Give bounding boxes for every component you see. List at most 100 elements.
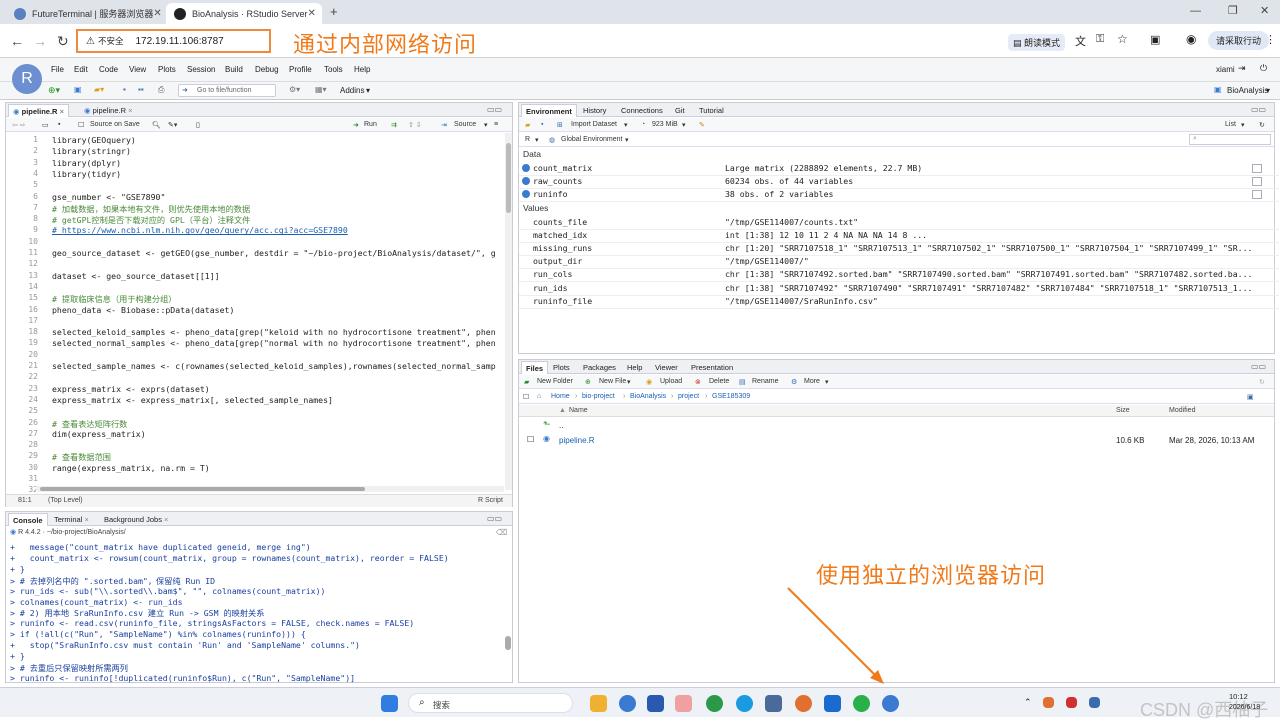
translate-icon[interactable]: ⽂ bbox=[1075, 33, 1086, 49]
search-icon[interactable]: 🔍︎ bbox=[152, 121, 161, 129]
tab-history[interactable]: History bbox=[579, 104, 610, 117]
editor-scrollbar-v[interactable] bbox=[505, 133, 512, 490]
col-name[interactable]: Name bbox=[569, 407, 588, 414]
new-tab-button[interactable]: + bbox=[330, 4, 338, 19]
browser-tab-rstudio[interactable]: BioAnalysis · RStudio Server ✕ bbox=[166, 3, 322, 24]
minimize-icon[interactable]: — bbox=[1190, 5, 1201, 17]
addins-menu[interactable]: Addins bbox=[340, 86, 364, 95]
console-scrollbar[interactable] bbox=[505, 636, 511, 650]
list-item-up[interactable]: ⬑ .. bbox=[519, 418, 1274, 432]
tab-terminal[interactable]: Terminal × bbox=[50, 513, 93, 526]
star-icon[interactable]: ☆ bbox=[1117, 32, 1128, 46]
show-in-window-icon[interactable]: ▭ bbox=[42, 121, 49, 129]
power-icon[interactable]: ⏻ bbox=[1260, 63, 1267, 74]
env-row[interactable]: raw_counts 60234 obs. of 44 variables bbox=[519, 176, 1279, 190]
firefox-icon[interactable] bbox=[795, 695, 812, 712]
app-icon[interactable] bbox=[647, 695, 664, 712]
save-workspace-icon[interactable]: ▪ bbox=[541, 121, 543, 128]
tray-icon[interactable] bbox=[1066, 697, 1077, 708]
close-icon[interactable]: × bbox=[84, 515, 88, 524]
menu-session[interactable]: Session bbox=[187, 65, 215, 74]
sidebar-icon[interactable]: ▣ bbox=[1150, 33, 1160, 46]
row-checkbox[interactable]: ☐ bbox=[527, 435, 534, 444]
env-row[interactable]: run_ids chr [1:38] "SRR7107492" "SRR71074… bbox=[519, 283, 1279, 296]
explorer-icon[interactable] bbox=[590, 695, 607, 712]
console-output[interactable]: + message("count_matrix have duplicated … bbox=[6, 540, 506, 683]
tab-help[interactable]: Help bbox=[623, 361, 646, 374]
goto-file-input[interactable]: ➜ Go to file/function bbox=[178, 84, 276, 97]
menu-code[interactable]: Code bbox=[99, 65, 118, 74]
open-icon[interactable]: ▰▾ bbox=[94, 85, 104, 94]
save-icon[interactable]: ▪ bbox=[58, 121, 60, 128]
expand-icon[interactable] bbox=[522, 190, 530, 199]
tray-icon[interactable] bbox=[1043, 697, 1054, 708]
env-row[interactable]: run_cols chr [1:38] "SRR7107492.sorted.ba… bbox=[519, 269, 1279, 283]
app-icon[interactable] bbox=[824, 695, 841, 712]
app-icon[interactable] bbox=[619, 695, 636, 712]
env-row[interactable]: missing_runs chr [1:20] "SRR7107518_1" "S… bbox=[519, 243, 1279, 256]
expand-icon[interactable] bbox=[522, 177, 530, 186]
back-icon[interactable]: ← bbox=[10, 33, 24, 49]
project-menu[interactable]: BioAnalysis bbox=[1227, 86, 1268, 95]
upload-button[interactable]: Upload bbox=[660, 378, 682, 385]
outline-icon[interactable]: ≡ bbox=[494, 121, 498, 128]
tray-icon[interactable] bbox=[1089, 697, 1100, 708]
breadcrumb-project[interactable]: project bbox=[678, 393, 699, 400]
menu-build[interactable]: Build bbox=[225, 65, 243, 74]
tab-plots[interactable]: Plots bbox=[549, 361, 574, 374]
save-all-icon[interactable]: ▪▪ bbox=[138, 85, 144, 94]
vcs-icon[interactable]: ⚙▾ bbox=[289, 85, 300, 94]
taskbar-search[interactable]: ⌕ 搜索 bbox=[408, 693, 573, 713]
close-icon[interactable]: × bbox=[60, 107, 64, 116]
env-row[interactable]: counts_file "/tmp/GSE114007/counts.txt" bbox=[519, 217, 1279, 230]
back-icon[interactable]: ⇦ ⇨ bbox=[12, 121, 26, 129]
tab-git[interactable]: Git bbox=[671, 104, 689, 117]
new-project-icon[interactable]: ▣ bbox=[74, 85, 82, 94]
run-icon[interactable]: ➜ bbox=[353, 121, 359, 129]
reading-mode-button[interactable]: ▤ 朗读模式 bbox=[1008, 34, 1066, 51]
print-icon[interactable]: ⎙ bbox=[158, 85, 164, 95]
filetype-selector[interactable]: R Script bbox=[478, 497, 503, 504]
run-button[interactable]: Run bbox=[364, 121, 377, 128]
env-row[interactable]: output_dir "/tmp/GSE114007/" bbox=[519, 256, 1279, 270]
menu-file[interactable]: File bbox=[51, 65, 64, 74]
menu-help[interactable]: Help bbox=[354, 65, 370, 74]
wechat-icon[interactable] bbox=[853, 695, 870, 712]
compile-icon[interactable]: ▯ bbox=[196, 121, 200, 129]
col-modified[interactable]: Modified bbox=[1169, 407, 1195, 414]
env-row[interactable]: runinfo 38 obs. of 2 variables bbox=[519, 189, 1279, 203]
env-row[interactable]: runinfo_file "/tmp/GSE114007/SraRunInfo.c… bbox=[519, 296, 1279, 309]
tab-connections[interactable]: Connections bbox=[617, 104, 667, 117]
new-file-icon[interactable]: ⊕▾ bbox=[48, 85, 60, 96]
start-icon[interactable] bbox=[381, 695, 398, 712]
maximize-icon[interactable]: ❐ bbox=[1228, 4, 1238, 17]
chrome-icon[interactable] bbox=[706, 695, 723, 712]
code-link[interactable]: # https://www.ncbi.nlm.nih.gov/geo/query… bbox=[52, 225, 348, 235]
scope-selector[interactable]: (Top Level) bbox=[48, 497, 83, 504]
up-icon[interactable]: ⇧ ⇩ bbox=[408, 121, 422, 129]
expand-icon[interactable] bbox=[522, 164, 530, 172]
refresh-icon[interactable]: ↻ bbox=[1259, 121, 1265, 129]
col-size[interactable]: Size bbox=[1116, 407, 1130, 414]
tab-tutorial[interactable]: Tutorial bbox=[695, 104, 728, 117]
list-view-selector[interactable]: List bbox=[1225, 121, 1236, 128]
load-icon[interactable]: ▰ bbox=[525, 121, 530, 129]
edge-icon[interactable] bbox=[736, 695, 753, 712]
select-all-checkbox[interactable]: ☐ bbox=[523, 393, 529, 401]
tab-presentation[interactable]: Presentation bbox=[687, 361, 737, 374]
file-name[interactable]: pipeline.R bbox=[559, 436, 595, 445]
clear-console-icon[interactable]: ⌫ bbox=[496, 528, 507, 537]
tab-files[interactable]: Files bbox=[521, 361, 549, 374]
language-selector[interactable]: R bbox=[525, 136, 530, 143]
menu-edit[interactable]: Edit bbox=[74, 65, 88, 74]
delete-button[interactable]: Delete bbox=[709, 378, 729, 385]
minimize-pane-icon[interactable]: ▭▭ bbox=[487, 514, 502, 523]
list-item[interactable]: ☐ ◉ pipeline.R 10.6 KB Mar 28, 2026, 10:… bbox=[519, 434, 1274, 448]
url-box[interactable]: ⚠ 不安全 172.19.11.106:8787 bbox=[76, 29, 271, 53]
refresh-icon[interactable]: ↻ bbox=[1259, 378, 1265, 386]
minimize-pane-icon[interactable]: ▭▭ bbox=[1251, 362, 1266, 371]
app-icon[interactable] bbox=[675, 695, 692, 712]
menu-tools[interactable]: Tools bbox=[324, 65, 343, 74]
chevron-down-icon[interactable]: ▾ bbox=[484, 121, 488, 129]
close-icon[interactable]: × bbox=[164, 515, 168, 524]
